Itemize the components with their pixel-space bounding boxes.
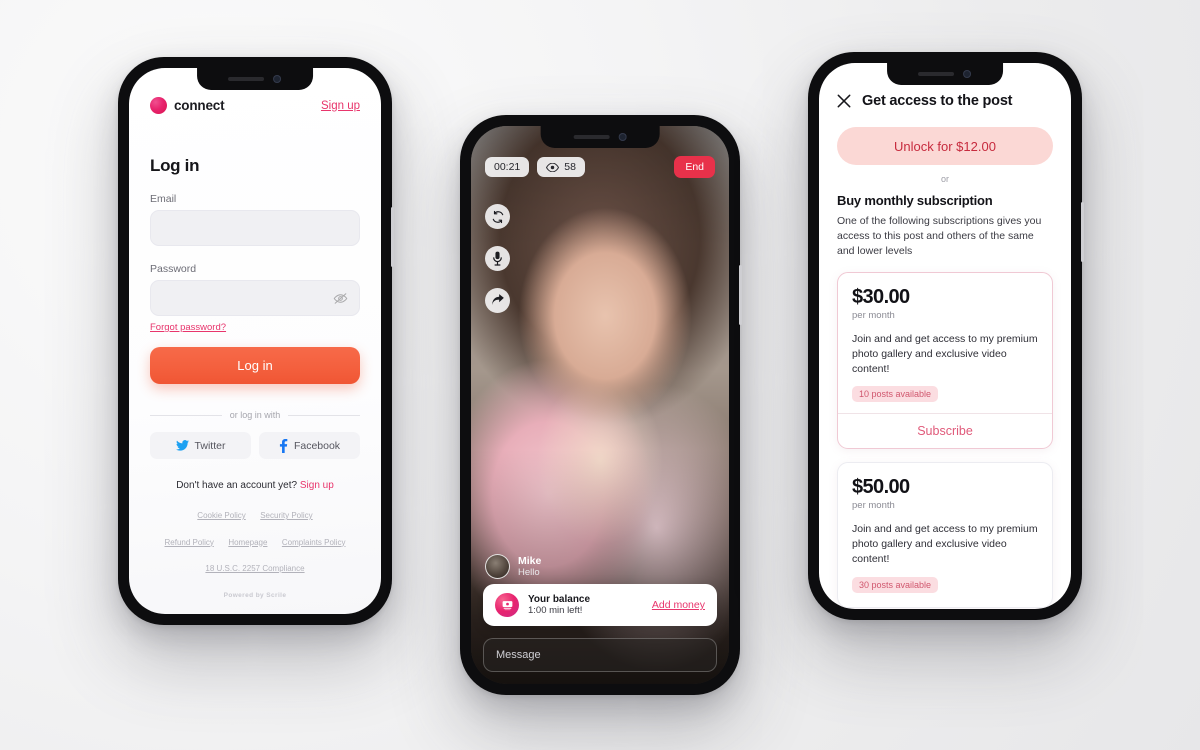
viewer-count: 58 [537,157,585,177]
microphone-button[interactable] [485,246,510,271]
phone-login-mockup: connect Sign up Log in Email Password Fo… [118,57,394,625]
twitter-login-button[interactable]: Twitter [150,432,251,459]
twitter-icon [175,440,189,451]
plan-posts-badge: 30 posts available [852,577,939,594]
close-icon[interactable] [837,94,851,108]
add-money-link[interactable]: Add money [652,599,705,611]
twitter-label: Twitter [194,439,226,452]
balance-subtitle: 1:00 min left! [528,605,583,616]
subscription-description: One of the following subscriptions gives… [837,215,1042,257]
microphone-icon [493,251,502,266]
account-prompt-text: Don't have an account yet? [176,480,298,491]
speaker-grille-icon [228,77,265,81]
facebook-login-button[interactable]: Facebook [259,432,360,459]
plan-price: $30.00 [852,285,910,308]
plan-posts-badge: 10 posts available [852,386,939,403]
subscription-plan-card[interactable]: $50.00 per month Join and and get access… [837,462,1053,609]
phone-notch [540,126,660,148]
balance-title: Your balance [528,594,591,605]
chat-text: Hello [518,567,540,578]
paywall-screen: Get access to the post Unlock for $12.00… [819,63,1071,609]
unlock-button[interactable]: Unlock for $12.00 [837,127,1053,165]
facebook-icon [279,438,288,453]
plan-period: per month [852,500,895,512]
front-camera-icon [273,75,282,83]
or-separator: or [940,174,949,184]
eye-off-icon[interactable] [333,292,348,305]
footer-link-homepage[interactable]: Homepage [228,538,267,547]
share-icon [491,294,504,306]
paywall-header: Get access to the post [837,93,1053,109]
social-login-row: Twitter Facebook [150,432,360,459]
plan-period: per month [852,309,895,321]
balance-bar: Your balance 1:00 min left! Add money [483,584,717,626]
message-input[interactable] [496,649,704,661]
money-icon [495,593,519,617]
speaker-grille-icon [573,135,610,139]
end-stream-button[interactable]: End [674,156,715,178]
phone-livestream-mockup: 00:21 58 End Mike Hello Your balance 1:0… [460,115,742,695]
forgot-password-link[interactable]: Forgot password? [150,322,226,333]
email-input[interactable] [162,222,348,234]
footer-row-3: 18 U.S.C. 2257 Compliance [129,554,381,580]
social-divider: or log in with [150,410,360,420]
brand-logo: connect [150,97,225,114]
divider-line-left [150,414,222,416]
front-camera-icon [963,70,972,78]
email-field[interactable] [150,210,360,246]
stream-timer-value: 00:21 [494,161,521,173]
subscribe-button[interactable]: Subscribe [852,414,1038,448]
livestream-controls [485,204,510,313]
front-camera-icon [618,133,627,141]
password-field[interactable] [150,280,360,316]
signup-top-link[interactable]: Sign up [321,100,360,112]
plan-description: Join and and get access to my premium ph… [852,523,1038,566]
footer-row-2: Refund Policy Homepage Complaints Policy [129,528,381,554]
subscription-heading: Buy monthly subscription [837,193,993,208]
divider-text: or log in with [229,410,281,420]
flip-camera-button[interactable] [485,204,510,229]
subscription-plan-card[interactable]: $30.00 per month Join and and get access… [837,271,1053,450]
livestream-screen: 00:21 58 End Mike Hello Your balance 1:0… [471,126,729,684]
footer-link-refund-policy[interactable]: Refund Policy [165,538,214,547]
email-label: Email [150,193,177,205]
login-screen: connect Sign up Log in Email Password Fo… [129,68,381,614]
password-label: Password [150,263,197,275]
share-button[interactable] [485,288,510,313]
cash-stack-icon [502,600,512,610]
plan-description: Join and and get access to my premium ph… [852,332,1038,375]
message-field[interactable] [483,638,717,672]
phone-notch [887,63,1003,85]
login-footer: Cookie Policy Security Policy Refund Pol… [129,501,381,602]
brand-name: connect [174,98,225,113]
login-button[interactable]: Log in [150,347,360,384]
livestream-topbar: 00:21 58 End [485,156,715,178]
signup-bottom-link[interactable]: Sign up [300,480,334,491]
plan-price: $50.00 [852,476,910,499]
avatar [485,554,510,579]
speaker-grille-icon [918,72,955,76]
account-prompt: Don't have an account yet? Sign up [150,480,360,491]
page-title: Log in [150,156,200,175]
viewer-count-value: 58 [564,161,576,173]
powered-by-text: Powered by Scrile [223,592,287,600]
paywall-title: Get access to the post [862,93,1013,109]
phone-notch [197,68,313,90]
stream-timer: 00:21 [485,157,530,177]
footer-row-1: Cookie Policy Security Policy [129,501,381,527]
footer-link-2257-compliance[interactable]: 18 U.S.C. 2257 Compliance [205,564,304,573]
brand-dot-icon [150,97,167,114]
chat-message: Mike Hello [485,554,541,579]
footer-link-cookie-policy[interactable]: Cookie Policy [197,511,245,520]
flip-camera-icon [492,210,503,223]
phone-paywall-mockup: Get access to the post Unlock for $12.00… [808,52,1084,620]
login-header: connect Sign up [150,97,360,114]
divider-line-right [288,414,360,416]
password-input[interactable] [162,292,348,304]
chat-username: Mike [518,555,542,567]
facebook-label: Facebook [293,439,341,452]
eye-icon [546,162,560,172]
footer-link-complaints-policy[interactable]: Complaints Policy [282,538,346,547]
footer-link-security-policy[interactable]: Security Policy [260,511,312,520]
